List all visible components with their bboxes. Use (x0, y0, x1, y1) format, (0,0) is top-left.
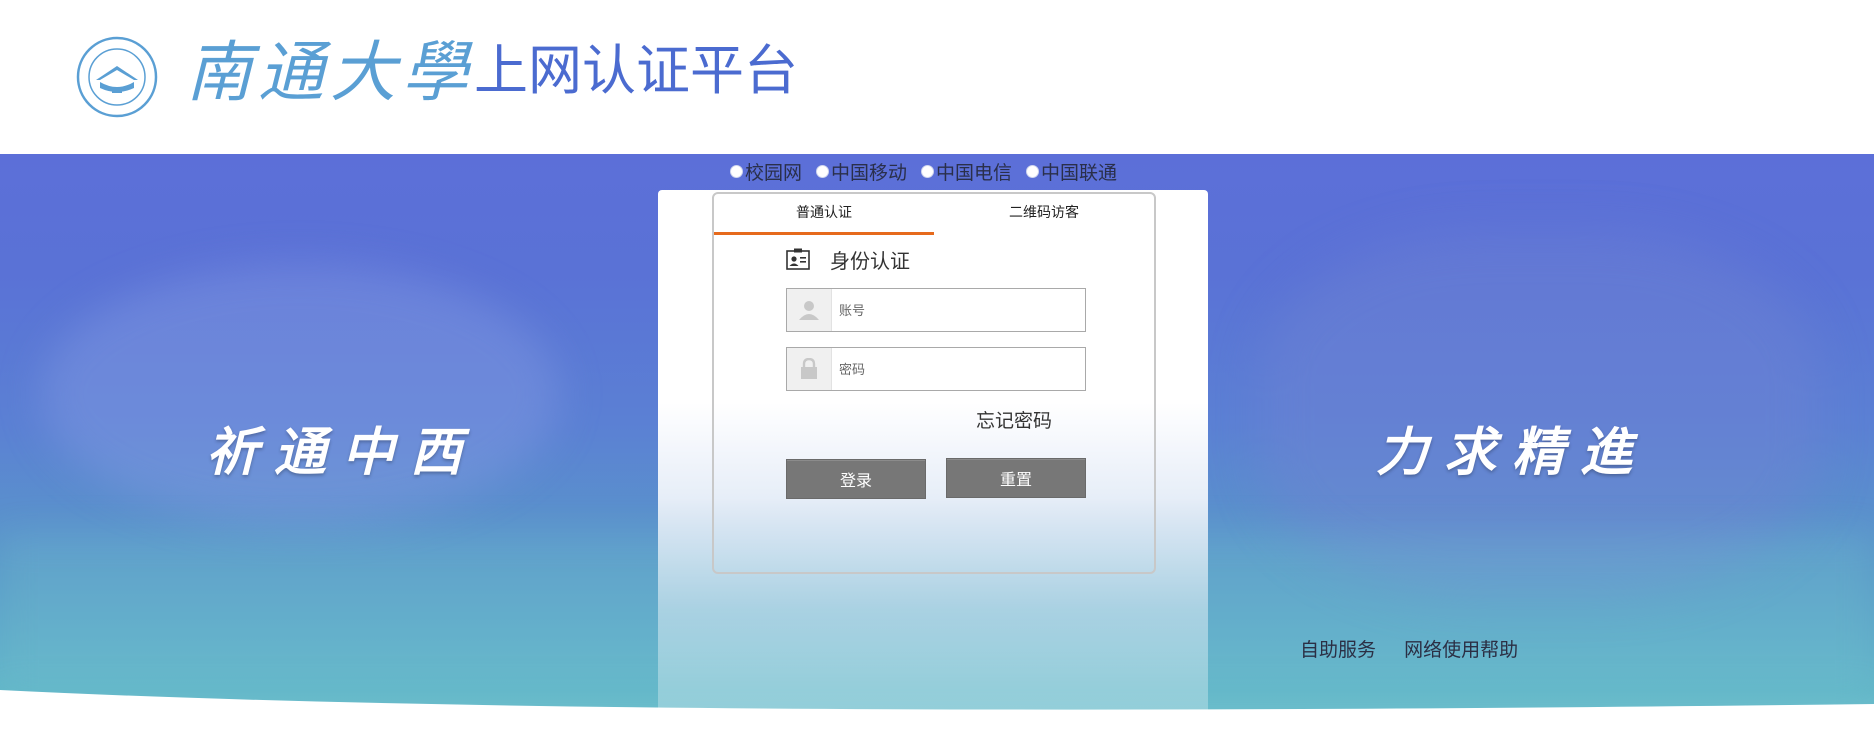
isp-option-mobile[interactable]: 中国移动 (816, 158, 907, 185)
user-icon-box (787, 289, 832, 331)
radio-icon[interactable] (921, 164, 935, 178)
section-title: 身份认证 (786, 244, 910, 274)
password-field (786, 347, 1086, 391)
tab-normal-auth[interactable]: 普通认证 (714, 194, 934, 235)
password-input[interactable] (837, 354, 1071, 386)
help-links: 自助服务 网络使用帮助 (1300, 635, 1540, 662)
header: 南通大學 上网认证平台 (0, 0, 1874, 154)
motto-left: 祈通中西 (206, 422, 479, 483)
network-help-link[interactable]: 网络使用帮助 (1404, 639, 1518, 661)
motto-right: 力求精進 (1376, 422, 1649, 483)
platform-title: 上网认证平台 (474, 39, 798, 102)
login-page: 南通大學 上网认证平台 祈通中西 力求精進 校园网 中国移动 中国电信 中国联通 (0, 0, 1874, 750)
login-box: 普通认证 二维码访客 身份认证 账号 忘记密码 登录 重置 (712, 192, 1156, 574)
username-input[interactable] (837, 295, 1071, 327)
tab-qr-visitor[interactable]: 二维码访客 (934, 194, 1154, 232)
self-service-link[interactable]: 自助服务 (1300, 639, 1376, 661)
university-seal-logo (76, 36, 158, 118)
lock-icon (801, 358, 817, 379)
radio-icon[interactable] (1026, 164, 1040, 178)
user-icon (799, 301, 819, 320)
id-card-icon (786, 248, 810, 270)
reset-button[interactable]: 重置 (946, 458, 1086, 498)
watermark: CSDN @周鱼仔 (1730, 722, 1860, 743)
isp-option-unicom[interactable]: 中国联通 (1026, 158, 1117, 185)
lock-icon-box (787, 348, 832, 390)
isp-option-telecom[interactable]: 中国电信 (921, 158, 1012, 185)
university-name: 南通大學 (186, 34, 474, 111)
bottom-wave (0, 690, 1874, 750)
auth-tabs: 普通认证 二维码访客 (714, 194, 1154, 235)
username-field (786, 288, 1086, 332)
isp-option-campus[interactable]: 校园网 (730, 158, 802, 185)
radio-icon[interactable] (730, 164, 743, 178)
forgot-password-link[interactable]: 忘记密码 (976, 406, 1052, 433)
section-title-label: 身份认证 (830, 248, 910, 273)
isp-selector: 校园网 中国移动 中国电信 中国联通 (730, 158, 1131, 184)
radio-icon[interactable] (816, 164, 830, 178)
login-button[interactable]: 登录 (786, 459, 926, 499)
